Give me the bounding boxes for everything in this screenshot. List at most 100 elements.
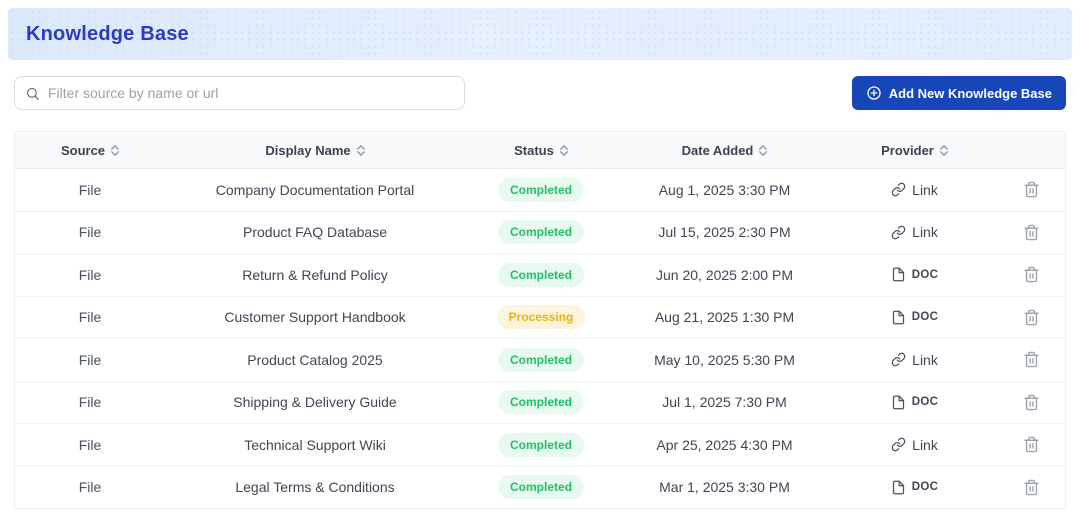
- source-cell: File: [15, 297, 165, 339]
- table-header-row: Source Display Name Status Date Added Provid…: [15, 132, 1065, 169]
- column-header-label: Date Added: [681, 142, 754, 158]
- date-added-cell: Jul 1, 2025 7:30 PM: [617, 382, 832, 424]
- actions-cell: [997, 382, 1065, 424]
- display-name-cell: Company Documentation Portal: [165, 169, 465, 211]
- display-name-cell: Legal Terms & Conditions: [165, 467, 465, 509]
- date-added-label: Mar 1, 2025 3:30 PM: [659, 479, 790, 496]
- delete-row-button[interactable]: [1019, 432, 1044, 457]
- display-name-cell: Shipping & Delivery Guide: [165, 382, 465, 424]
- actions-cell: [997, 297, 1065, 339]
- source-label: File: [78, 479, 102, 496]
- table-row: File Shipping & Delivery Guide Completed Ju…: [15, 382, 1065, 424]
- actions-cell: [997, 212, 1065, 254]
- trash-icon: [1023, 224, 1040, 241]
- page-header: Knowledge Base: [8, 8, 1072, 60]
- column-header-provider[interactable]: Provider: [832, 132, 997, 168]
- status-badge: Completed: [497, 347, 584, 372]
- link-icon: [891, 182, 906, 197]
- actions-cell: [997, 339, 1065, 381]
- date-added-cell: May 10, 2025 5:30 PM: [617, 339, 832, 381]
- source-cell: File: [15, 212, 165, 254]
- status-cell: Completed: [465, 212, 617, 254]
- add-knowledge-base-button[interactable]: Add New Knowledge Base: [851, 76, 1066, 110]
- sort-icon: [559, 144, 568, 156]
- source-cell: File: [15, 424, 165, 466]
- status-cell: Completed: [465, 339, 617, 381]
- provider-label: DOC: [911, 481, 939, 494]
- status-cell: Completed: [465, 254, 617, 296]
- file-doc-icon: [891, 480, 906, 495]
- column-header-date-added[interactable]: Date Added: [617, 132, 832, 168]
- source-cell: File: [15, 382, 165, 424]
- provider-label: Link: [912, 181, 938, 198]
- display-name-label: Product Catalog 2025: [247, 351, 383, 368]
- column-header-status[interactable]: Status: [465, 132, 617, 168]
- plus-circle-icon: [866, 85, 882, 101]
- status-cell: Completed: [465, 467, 617, 509]
- display-name-cell: Customer Support Handbook: [165, 297, 465, 339]
- link-icon: [891, 225, 906, 240]
- delete-row-button[interactable]: [1019, 475, 1044, 500]
- display-name-label: Customer Support Handbook: [224, 309, 406, 326]
- column-header-display-name[interactable]: Display Name: [165, 132, 465, 168]
- actions-cell: [997, 467, 1065, 509]
- trash-icon: [1023, 436, 1040, 453]
- status-cell: Completed: [465, 424, 617, 466]
- source-label: File: [78, 224, 102, 241]
- actions-cell: [997, 169, 1065, 211]
- table-body: File Company Documentation Portal Complete…: [15, 169, 1065, 509]
- date-added-cell: Jun 20, 2025 2:00 PM: [617, 254, 832, 296]
- provider-cell: Link: [832, 212, 997, 254]
- date-added-cell: Aug 21, 2025 1:30 PM: [617, 297, 832, 339]
- provider-label: Link: [912, 224, 938, 241]
- provider-label: Link: [912, 436, 938, 453]
- display-name-label: Company Documentation Portal: [215, 181, 415, 198]
- link-icon: [891, 437, 906, 452]
- table-row: File Customer Support Handbook Processing A…: [15, 297, 1065, 339]
- date-added-label: Jun 20, 2025 2:00 PM: [656, 266, 793, 283]
- status-badge: Completed: [497, 220, 584, 245]
- source-cell: File: [15, 467, 165, 509]
- date-added-label: Apr 25, 2025 4:30 PM: [656, 436, 793, 453]
- display-name-cell: Product FAQ Database: [165, 212, 465, 254]
- display-name-cell: Technical Support Wiki: [165, 424, 465, 466]
- source-label: File: [78, 181, 102, 198]
- provider-cell: DOC: [832, 382, 997, 424]
- source-cell: File: [15, 339, 165, 381]
- delete-row-button[interactable]: [1019, 220, 1044, 245]
- status-cell: Processing: [465, 297, 617, 339]
- source-label: File: [78, 394, 102, 411]
- column-header-label: Source: [60, 142, 106, 158]
- display-name-label: Technical Support Wiki: [244, 436, 386, 453]
- sort-icon: [939, 144, 948, 156]
- date-added-cell: Aug 1, 2025 3:30 PM: [617, 169, 832, 211]
- table-row: File Legal Terms & Conditions Completed Mar…: [15, 467, 1065, 509]
- date-added-label: Jul 15, 2025 2:30 PM: [658, 224, 791, 241]
- link-icon: [891, 352, 906, 367]
- display-name-label: Legal Terms & Conditions: [235, 479, 395, 496]
- display-name-label: Product FAQ Database: [243, 224, 387, 241]
- status-cell: Completed: [465, 382, 617, 424]
- file-doc-icon: [891, 395, 906, 410]
- add-button-label: Add New Knowledge Base: [888, 85, 1052, 101]
- date-added-cell: Jul 15, 2025 2:30 PM: [617, 212, 832, 254]
- delete-row-button[interactable]: [1019, 305, 1044, 330]
- delete-row-button[interactable]: [1019, 177, 1044, 202]
- delete-row-button[interactable]: [1019, 347, 1044, 372]
- column-header-source[interactable]: Source: [15, 132, 165, 168]
- toolbar: Add New Knowledge Base: [14, 76, 1066, 110]
- status-badge: Completed: [497, 390, 584, 415]
- table-row: File Return & Refund Policy Completed Jun 2…: [15, 254, 1065, 297]
- column-header-label: Status: [514, 142, 554, 158]
- status-badge: Completed: [497, 475, 584, 500]
- trash-icon: [1023, 181, 1040, 198]
- column-header-actions: [997, 132, 1065, 168]
- status-cell: Completed: [465, 169, 617, 211]
- source-cell: File: [15, 169, 165, 211]
- knowledge-base-table: Source Display Name Status Date Added Provid…: [14, 131, 1066, 509]
- filter-input[interactable]: [48, 85, 454, 101]
- file-doc-icon: [891, 310, 906, 325]
- delete-row-button[interactable]: [1019, 262, 1044, 287]
- delete-row-button[interactable]: [1019, 390, 1044, 415]
- provider-cell: Link: [832, 169, 997, 211]
